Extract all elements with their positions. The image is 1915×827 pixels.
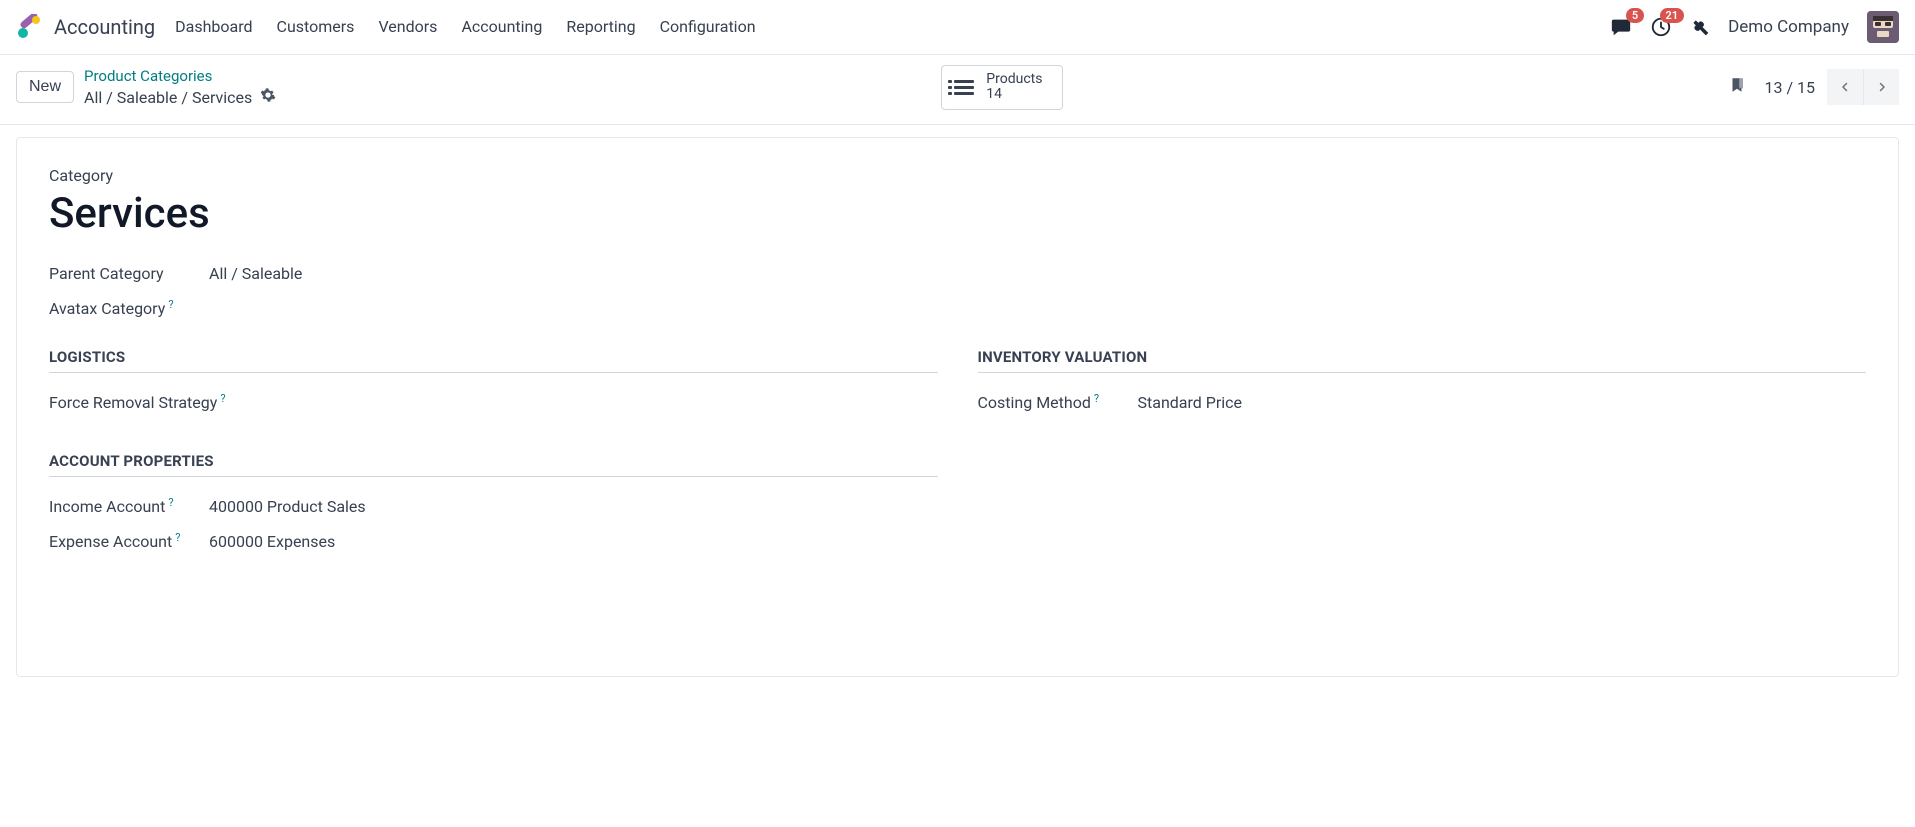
income-account-value[interactable]: 400000 Product Sales bbox=[209, 497, 366, 516]
bookmark-icon bbox=[1728, 74, 1746, 96]
parent-category-value[interactable]: All / Saleable bbox=[209, 264, 302, 283]
stat-label: Products bbox=[986, 72, 1042, 87]
avatax-category-label-text: Avatax Category bbox=[49, 299, 165, 318]
user-avatar[interactable] bbox=[1867, 11, 1899, 43]
category-name[interactable]: Services bbox=[49, 189, 1866, 238]
products-stat-button[interactable]: Products 14 bbox=[941, 65, 1063, 110]
top-nav-right: 5 21 Demo Company bbox=[1610, 11, 1899, 43]
income-account-label-text: Income Account bbox=[49, 497, 165, 516]
logistics-section-title: LOGISTICS bbox=[49, 348, 938, 373]
activities-badge: 21 bbox=[1660, 8, 1685, 23]
messages-badge: 5 bbox=[1626, 8, 1644, 23]
expense-account-label: Expense Account? bbox=[49, 532, 209, 551]
top-nav: Accounting Dashboard Customers Vendors A… bbox=[0, 0, 1915, 54]
parent-category-label: Parent Category bbox=[49, 264, 209, 283]
income-account-label: Income Account? bbox=[49, 497, 209, 516]
menu-accounting[interactable]: Accounting bbox=[461, 17, 542, 36]
chevron-right-icon bbox=[1876, 79, 1888, 95]
debug-button[interactable] bbox=[1690, 17, 1710, 37]
costing-method-label: Costing Method? bbox=[978, 393, 1138, 412]
expense-help-icon[interactable]: ? bbox=[175, 531, 180, 544]
income-account-row: Income Account? 400000 Product Sales bbox=[49, 497, 938, 516]
activities-button[interactable]: 21 bbox=[1650, 16, 1672, 38]
avatax-category-label: Avatax Category? bbox=[49, 299, 209, 318]
category-label: Category bbox=[49, 166, 1866, 185]
removal-help-icon[interactable]: ? bbox=[220, 392, 225, 405]
new-button[interactable]: New bbox=[16, 71, 74, 103]
expense-account-value[interactable]: 600000 Expenses bbox=[209, 532, 335, 551]
avatax-help-icon[interactable]: ? bbox=[168, 298, 173, 311]
account-properties-section-title: ACCOUNT PROPERTIES bbox=[49, 452, 938, 477]
left-column: LOGISTICS Force Removal Strategy? ACCOUN… bbox=[49, 348, 938, 567]
removal-strategy-row: Force Removal Strategy? bbox=[49, 393, 938, 412]
costing-method-label-text: Costing Method bbox=[978, 393, 1091, 412]
removal-strategy-label-text: Force Removal Strategy bbox=[49, 393, 217, 412]
pager-prev-button[interactable] bbox=[1827, 69, 1863, 105]
expense-account-row: Expense Account? 600000 Expenses bbox=[49, 532, 938, 551]
list-icon bbox=[954, 80, 974, 95]
cp-left: New Product Categories All / Saleable / … bbox=[16, 67, 276, 107]
breadcrumbs: Product Categories All / Saleable / Serv… bbox=[84, 67, 276, 107]
pager-current: 13 bbox=[1764, 78, 1782, 97]
pager-arrows bbox=[1827, 69, 1899, 105]
inventory-valuation-section-title: INVENTORY VALUATION bbox=[978, 348, 1867, 373]
tools-icon bbox=[1690, 17, 1710, 37]
pager-total: 15 bbox=[1797, 78, 1815, 97]
removal-strategy-label: Force Removal Strategy? bbox=[49, 393, 249, 412]
form-columns: LOGISTICS Force Removal Strategy? ACCOUN… bbox=[49, 348, 1866, 567]
breadcrumb-path-text: All / Saleable / Services bbox=[84, 88, 252, 107]
menu-customers[interactable]: Customers bbox=[277, 17, 355, 36]
app-name[interactable]: Accounting bbox=[54, 15, 155, 39]
breadcrumb-link[interactable]: Product Categories bbox=[84, 67, 276, 85]
menu-dashboard[interactable]: Dashboard bbox=[175, 17, 252, 36]
avatar-icon bbox=[1867, 11, 1899, 43]
menu-configuration[interactable]: Configuration bbox=[660, 17, 756, 36]
form-sheet: Category Services Parent Category All / … bbox=[16, 137, 1899, 677]
main-menu: Dashboard Customers Vendors Accounting R… bbox=[175, 17, 1610, 36]
messages-button[interactable]: 5 bbox=[1610, 16, 1632, 38]
breadcrumb-current: All / Saleable / Services bbox=[84, 87, 276, 107]
costing-method-row: Costing Method? Standard Price bbox=[978, 393, 1867, 412]
company-switcher[interactable]: Demo Company bbox=[1728, 17, 1849, 37]
chevron-left-icon bbox=[1839, 79, 1851, 95]
cp-right: 13 / 15 bbox=[1728, 69, 1899, 105]
costing-method-value[interactable]: Standard Price bbox=[1138, 393, 1243, 412]
costing-help-icon[interactable]: ? bbox=[1094, 392, 1099, 405]
stat-text: Products 14 bbox=[986, 72, 1042, 103]
logo-icon bbox=[16, 14, 42, 40]
income-help-icon[interactable]: ? bbox=[168, 496, 173, 509]
pager-text[interactable]: 13 / 15 bbox=[1764, 78, 1815, 97]
bookmark-button[interactable] bbox=[1728, 74, 1746, 100]
control-panel: New Product Categories All / Saleable / … bbox=[0, 54, 1915, 125]
avatax-category-row: Avatax Category? bbox=[49, 299, 1866, 318]
pager: 13 / 15 bbox=[1764, 69, 1899, 105]
app-logo[interactable] bbox=[16, 14, 42, 40]
pager-next-button[interactable] bbox=[1863, 69, 1899, 105]
menu-vendors[interactable]: Vendors bbox=[378, 17, 437, 36]
parent-category-label-text: Parent Category bbox=[49, 264, 164, 283]
stat-value: 14 bbox=[986, 87, 1042, 102]
menu-reporting[interactable]: Reporting bbox=[566, 17, 635, 36]
expense-account-label-text: Expense Account bbox=[49, 532, 172, 551]
record-actions-button[interactable] bbox=[260, 87, 276, 107]
pager-sep: / bbox=[1782, 78, 1797, 97]
right-column: INVENTORY VALUATION Costing Method? Stan… bbox=[978, 348, 1867, 567]
cp-center: Products 14 bbox=[276, 65, 1728, 110]
gear-icon bbox=[260, 87, 276, 103]
parent-category-row: Parent Category All / Saleable bbox=[49, 264, 1866, 283]
sheet-wrapper: Category Services Parent Category All / … bbox=[0, 125, 1915, 689]
